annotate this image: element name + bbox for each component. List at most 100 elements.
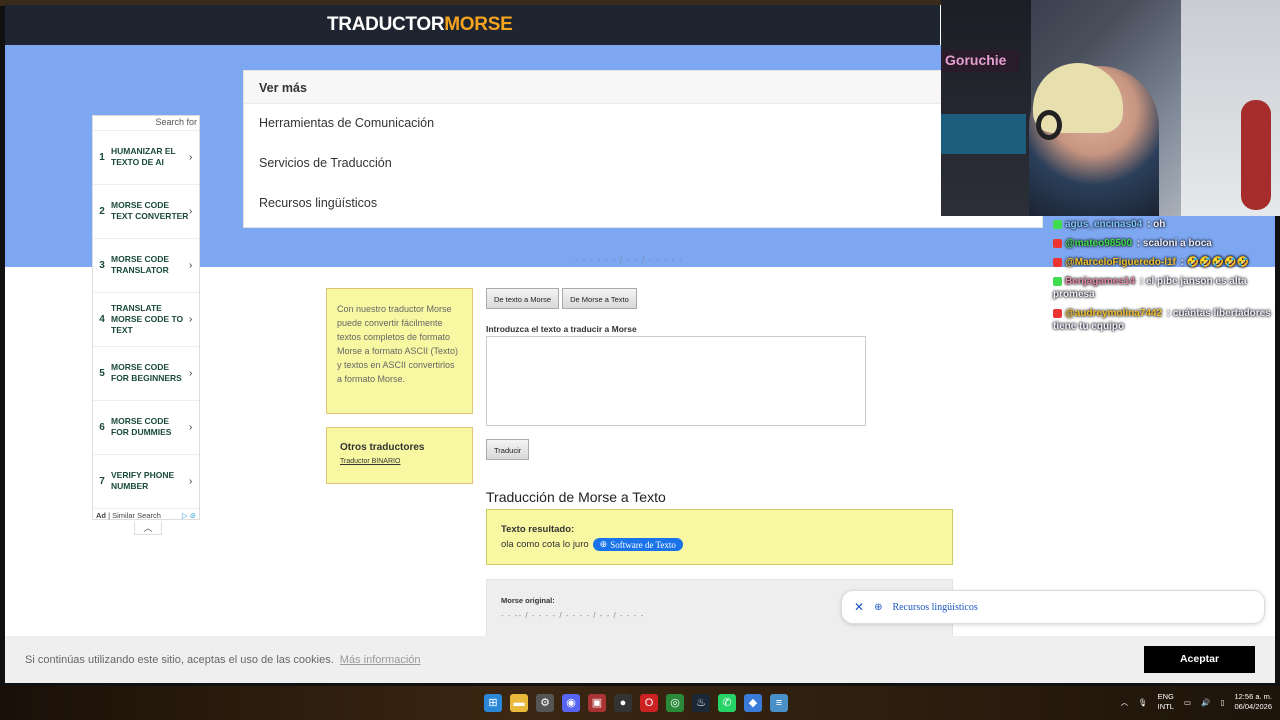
ad-item-7[interactable]: 7 VERIFY PHONE NUMBER › [93, 454, 199, 507]
close-icon[interactable]: ✕ [854, 600, 864, 614]
chat-text: 🤣🤣🤣🤣🤣 [1186, 257, 1250, 268]
ver-mas-heading[interactable]: Ver más [244, 71, 1042, 104]
chat-username: @MarceloFigueredo-l1f [1065, 257, 1176, 268]
morse-input-textarea[interactable] [486, 336, 866, 426]
chevron-up-icon: ︿ [143, 523, 153, 533]
ad-collapse-toggle[interactable]: ︿ [134, 521, 162, 535]
opera-icon[interactable]: O [640, 694, 658, 712]
ver-mas-item-comunicacion[interactable]: Herramientas de Comunicación [244, 104, 1042, 144]
otros-traductores-box: Otros traductores Traductor BINARIO [326, 427, 473, 484]
chat-username: @mateo98500 [1065, 238, 1133, 249]
chat-username: agus_encinas04 [1065, 219, 1143, 230]
traducir-button[interactable]: Traducir [486, 439, 530, 460]
info-text: Con nuestro traductor Morse puede conver… [337, 304, 459, 384]
plus-circle-icon: ⊕ [599, 539, 608, 549]
clock-date: 06/04/2026 [1234, 702, 1272, 711]
lang-secondary: INTL [1157, 702, 1174, 711]
network-icon[interactable]: ▭ [1184, 698, 1191, 707]
ad-item-number: 7 [99, 475, 105, 487]
battery-icon[interactable]: ▯ [1220, 698, 1224, 707]
ad-footer-label: Similar Search [112, 511, 161, 520]
result-label: Texto resultado: [501, 524, 575, 535]
chevron-right-icon: › [189, 259, 193, 271]
ad-item-number: 4 [99, 313, 105, 325]
info-box: Con nuestro traductor Morse puede conver… [326, 288, 473, 414]
system-tray: ︿ 🎙 ENG INTL ▭ 🔊 ▯ 12:56 a. m. 06/04/2026 [1121, 692, 1272, 712]
app-icon[interactable]: ▣ [588, 694, 606, 712]
webcam-shelf [941, 0, 1031, 216]
clock[interactable]: 12:56 a. m. 06/04/2026 [1234, 692, 1272, 712]
ad-item-4[interactable]: 4 TRANSLATE MORSE CODE TO TEXT › [93, 292, 199, 345]
ad-item-number: 3 [99, 259, 105, 271]
ad-item-6[interactable]: 6 MORSE CODE FOR DUMMIES › [93, 400, 199, 453]
software-de-texto-pill[interactable]: ⊕ Software de Texto [592, 538, 683, 551]
ad-item-label: MORSE CODE TEXT CONVERTER [111, 200, 189, 221]
volume-icon[interactable]: 🔊 [1201, 698, 1210, 707]
ver-mas-item-traduccion[interactable]: Servicios de Traducción [244, 144, 1042, 184]
kick-icon [1053, 219, 1062, 229]
result-value[interactable]: ola como cota lo juro [501, 539, 589, 550]
chat-text: oh [1153, 219, 1166, 230]
windows-taskbar: ⊞ ▬ ⚙ ◉ ▣ ● O ◎ ♨ ✆ ◆ ≡ ︿ 🎙 ENG INTL ▭ 🔊 … [0, 686, 1280, 720]
ad-item-number: 2 [99, 205, 105, 217]
chat-message: @audreymolina7442 : cuántas libertadores… [1053, 308, 1271, 332]
adchoices-icon[interactable]: ▷ ⊘ [182, 511, 196, 520]
chat-message: @mateo98500 : scaloni a boca [1053, 237, 1273, 250]
chrome-icon[interactable]: ◎ [666, 694, 684, 712]
logo-text-traductor: TRADUCTOR [327, 14, 445, 35]
ad-item-label: MORSE CODE FOR DUMMIES [111, 416, 172, 437]
cookie-banner: Si continúas utilizando este sitio, acep… [5, 636, 1275, 683]
traductor-binario-link[interactable]: Traductor BINARIO [340, 458, 459, 465]
microphone-icon[interactable]: 🎙 [1138, 698, 1148, 707]
windows-start-icon[interactable]: ⊞ [484, 694, 502, 712]
input-language[interactable]: ENG INTL [1158, 692, 1174, 712]
tab-texto-a-morse[interactable]: De texto a Morse [486, 288, 560, 309]
tab-morse-a-texto[interactable]: De Morse a Texto [562, 288, 637, 309]
discord-icon[interactable]: ◉ [562, 694, 580, 712]
otros-traductores-title: Otros traductores [340, 442, 425, 453]
settings-icon[interactable]: ⚙ [536, 694, 554, 712]
youtube-icon [1053, 238, 1062, 248]
ad-item-number: 6 [99, 421, 105, 433]
site-logo[interactable]: TRADUCTORMORSE [327, 14, 513, 36]
steam-icon[interactable]: ♨ [692, 694, 710, 712]
chat-message: @MarceloFigueredo-l1f : 🤣🤣🤣🤣🤣 [1053, 256, 1273, 269]
ad-item-label: VERIFY PHONE NUMBER [111, 470, 175, 491]
ad-search-label: Search for [155, 117, 197, 127]
chevron-right-icon: › [189, 367, 193, 379]
ad-item-3[interactable]: 3 MORSE CODE TRANSLATOR › [93, 238, 199, 291]
ad-item-1[interactable]: 1 HUMANIZAR EL TEXTO DE AI › [93, 130, 199, 183]
webcam-overlay: Goruchie [941, 0, 1280, 216]
site-header: TRADUCTORMORSE [5, 5, 940, 45]
webcam-tv [941, 114, 1026, 154]
ad-item-5[interactable]: 5 MORSE CODE FOR BEGINNERS › [93, 346, 199, 399]
ad-item-number: 1 [99, 151, 105, 163]
cookie-accept-button[interactable]: Aceptar [1144, 646, 1255, 673]
ad-item-label: MORSE CODE FOR BEGINNERS [111, 362, 182, 383]
pill-label: Software de Texto [610, 539, 676, 550]
webcam-poster-label: Goruchie [941, 50, 1019, 72]
ver-mas-item-recursos[interactable]: Recursos lingüísticos [244, 184, 1042, 224]
ad-item-label: TRANSLATE MORSE CODE TO TEXT [111, 302, 184, 335]
chevron-right-icon: › [189, 313, 193, 325]
chevron-up-icon[interactable]: ︿ [1121, 697, 1129, 708]
chat-username: @audreymolina7442 [1065, 308, 1163, 319]
chat-message: Benjagames14 : el pibe janson es alta pr… [1053, 276, 1247, 300]
ad-badge: Ad [96, 511, 106, 520]
youtube-icon [1053, 308, 1062, 318]
mode-tabs: De texto a Morse De Morse a Texto [486, 288, 637, 309]
file-explorer-icon[interactable]: ▬ [510, 694, 528, 712]
app-icon[interactable]: ◆ [744, 694, 762, 712]
ad-item-2[interactable]: 2 MORSE CODE TEXT CONVERTER › [93, 184, 199, 237]
recursos-toast-link[interactable]: Recursos lingüísticos [892, 602, 977, 613]
plus-circle-icon: ⊕ [874, 601, 883, 613]
chevron-right-icon: › [189, 151, 193, 163]
clock-time: 12:56 a. m. [1234, 692, 1272, 701]
obs-icon[interactable]: ● [614, 694, 632, 712]
ver-mas-panel: Ver más Herramientas de Comunicación Ser… [243, 70, 1043, 228]
chat-message: agus_encinas04 : oh [1053, 218, 1273, 231]
cookie-more-link[interactable]: Más información [340, 654, 421, 666]
chat-username: Benjagames14 [1065, 276, 1136, 287]
whatsapp-icon[interactable]: ✆ [718, 694, 736, 712]
notepad-icon[interactable]: ≡ [770, 694, 788, 712]
